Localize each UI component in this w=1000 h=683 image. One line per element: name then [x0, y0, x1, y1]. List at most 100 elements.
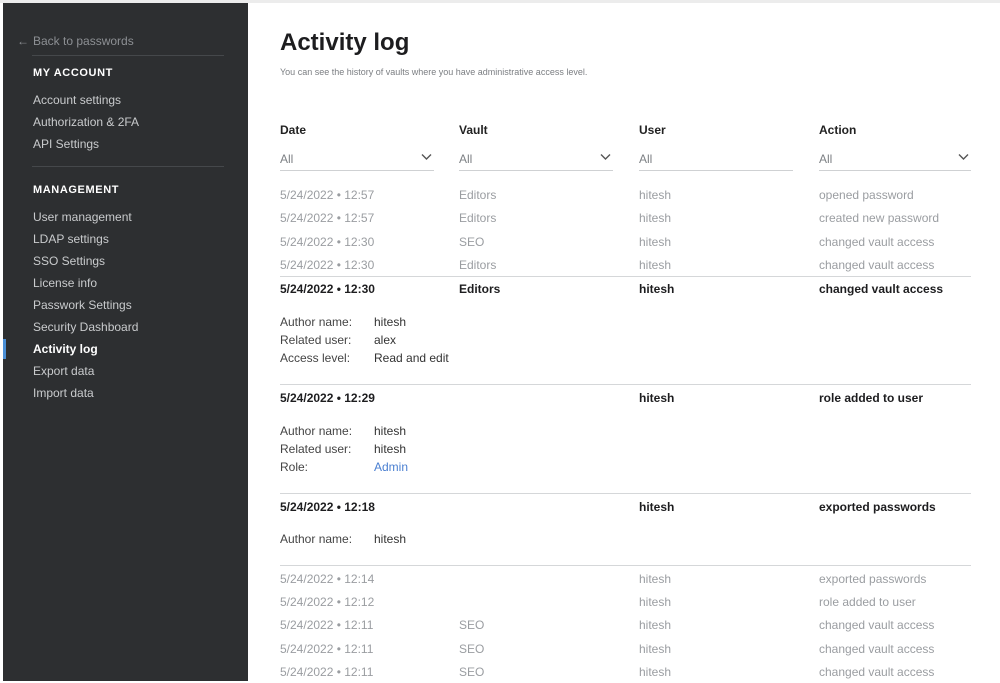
expanded-row[interactable]: 5/24/2022 • 12:18 hitesh exported passwo…	[280, 498, 970, 518]
sidebar-item-license-info[interactable]: License info	[33, 276, 97, 290]
cell-vault: Editors	[459, 188, 497, 202]
detail-value: hitesh	[374, 442, 407, 456]
sidebar-divider	[32, 55, 224, 56]
detail-value: Read and edit	[374, 351, 449, 365]
cell-vault: SEO	[459, 618, 485, 632]
detail-key: Author name:	[280, 532, 353, 546]
sidebar-divider	[32, 166, 224, 167]
user-filter-input[interactable]: All	[639, 148, 793, 171]
management-heading: MANAGEMENT	[33, 184, 120, 196]
cell-action: exported passwords	[819, 572, 927, 586]
page-subtitle: You can see the history of vaults where …	[280, 67, 588, 77]
cell-date: 5/24/2022 • 12:14	[280, 572, 375, 586]
sidebar-item-user-management[interactable]: User management	[33, 210, 132, 224]
column-header-action: Action	[819, 123, 857, 137]
cell-user: hitesh	[639, 500, 675, 514]
table-row[interactable]: 5/24/2022 • 12:11 SEO hitesh changed vau…	[280, 640, 970, 660]
detail-key: Related user:	[280, 333, 352, 347]
cell-user: hitesh	[639, 235, 672, 249]
date-filter-value: All	[280, 152, 294, 166]
sidebar-item-authorization-2fa[interactable]: Authorization & 2FA	[33, 115, 139, 129]
cell-user: hitesh	[639, 618, 672, 632]
detail-key: Role:	[280, 460, 309, 474]
cell-user: hitesh	[639, 282, 675, 296]
cell-date: 5/24/2022 • 12:11	[280, 642, 374, 656]
detail-value: hitesh	[374, 532, 407, 546]
cell-action: changed vault access	[819, 642, 935, 656]
expanded-row[interactable]: 5/24/2022 • 12:30 Editors hitesh changed…	[280, 280, 970, 300]
chevron-down-icon	[958, 154, 969, 160]
cell-user: hitesh	[639, 665, 672, 679]
role-admin-link[interactable]: Admin	[374, 460, 408, 474]
cell-user: hitesh	[639, 391, 675, 405]
chevron-down-icon	[421, 154, 432, 160]
detail-value: alex	[374, 333, 397, 347]
column-header-user: User	[639, 123, 666, 137]
sidebar-item-passwork-settings[interactable]: Passwork Settings	[33, 298, 132, 312]
cell-action: role added to user	[819, 595, 916, 609]
cell-user: hitesh	[639, 572, 672, 586]
detail-value: hitesh	[374, 315, 407, 329]
cell-date: 5/24/2022 • 12:30	[280, 258, 375, 272]
chevron-down-icon	[600, 154, 611, 160]
user-filter-value: All	[639, 152, 653, 166]
table-row[interactable]: 5/24/2022 • 12:57 Editors hitesh opened …	[280, 186, 970, 206]
cell-vault: Editors	[459, 282, 501, 296]
detail-key: Author name:	[280, 424, 353, 438]
sidebar-item-import-data[interactable]: Import data	[33, 386, 94, 400]
arrow-left-icon: ←	[17, 34, 29, 48]
detail-key: Author name:	[280, 315, 353, 329]
table-row[interactable]: 5/24/2022 • 12:11 SEO hitesh changed vau…	[280, 663, 970, 683]
cell-date: 5/24/2022 • 12:11	[280, 618, 374, 632]
cell-action: changed vault access	[819, 618, 935, 632]
sidebar-item-api-settings[interactable]: API Settings	[33, 137, 99, 151]
cell-date: 5/24/2022 • 12:30	[280, 235, 375, 249]
cell-user: hitesh	[639, 258, 672, 272]
cell-action: opened password	[819, 188, 914, 202]
cell-user: hitesh	[639, 595, 672, 609]
cell-date: 5/24/2022 • 12:57	[280, 211, 375, 225]
cell-vault: SEO	[459, 642, 485, 656]
table-row[interactable]: 5/24/2022 • 12:11 SEO hitesh changed vau…	[280, 616, 970, 636]
active-item-indicator	[3, 339, 6, 359]
row-divider	[280, 276, 971, 277]
sidebar-item-activity-log[interactable]: Activity log	[33, 342, 98, 356]
row-divider	[280, 565, 971, 566]
action-filter-select[interactable]: All	[819, 148, 971, 171]
back-label: Back to passwords	[33, 34, 134, 48]
table-row[interactable]: 5/24/2022 • 12:30 SEO hitesh changed vau…	[280, 233, 970, 253]
cell-date: 5/24/2022 • 12:29	[280, 391, 375, 405]
cell-vault: SEO	[459, 665, 485, 679]
sidebar-item-ldap-settings[interactable]: LDAP settings	[33, 232, 109, 246]
cell-vault: SEO	[459, 235, 485, 249]
sidebar-item-sso-settings[interactable]: SSO Settings	[33, 254, 105, 268]
cell-action: changed vault access	[819, 665, 935, 679]
back-to-passwords-link[interactable]: ← Back to passwords	[17, 34, 134, 48]
sidebar-item-account-settings[interactable]: Account settings	[33, 93, 121, 107]
cell-date: 5/24/2022 • 12:18	[280, 500, 375, 514]
cell-user: hitesh	[639, 188, 672, 202]
my-account-heading: MY ACCOUNT	[33, 67, 113, 79]
table-row[interactable]: 5/24/2022 • 12:57 Editors hitesh created…	[280, 209, 970, 229]
detail-key: Related user:	[280, 442, 352, 456]
cell-action: role added to user	[819, 391, 924, 405]
cell-date: 5/24/2022 • 12:12	[280, 595, 375, 609]
date-filter-select[interactable]: All	[280, 148, 434, 171]
table-row[interactable]: 5/24/2022 • 12:12 hitesh role added to u…	[280, 593, 970, 613]
cell-action: changed vault access	[819, 235, 935, 249]
main-content: Activity log You can see the history of …	[248, 3, 1000, 681]
table-row[interactable]: 5/24/2022 • 12:30 Editors hitesh changed…	[280, 256, 970, 276]
page-title: Activity log	[280, 29, 410, 56]
cell-date: 5/24/2022 • 12:57	[280, 188, 375, 202]
cell-date: 5/24/2022 • 12:11	[280, 665, 374, 679]
sidebar: ← Back to passwords MY ACCOUNT Account se…	[3, 3, 248, 681]
cell-vault: Editors	[459, 258, 497, 272]
vault-filter-select[interactable]: All	[459, 148, 613, 171]
expanded-row[interactable]: 5/24/2022 • 12:29 hitesh role added to u…	[280, 389, 970, 409]
sidebar-item-export-data[interactable]: Export data	[33, 364, 94, 378]
cell-action: changed vault access	[819, 258, 935, 272]
table-row[interactable]: 5/24/2022 • 12:14 hitesh exported passwo…	[280, 570, 970, 590]
row-divider	[280, 384, 971, 385]
detail-value: hitesh	[374, 424, 407, 438]
sidebar-item-security-dashboard[interactable]: Security Dashboard	[33, 320, 138, 334]
